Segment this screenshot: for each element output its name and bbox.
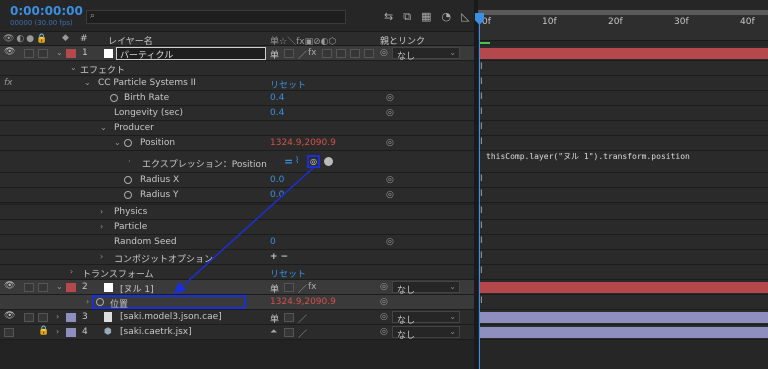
annotation-arrow (173, 167, 314, 295)
